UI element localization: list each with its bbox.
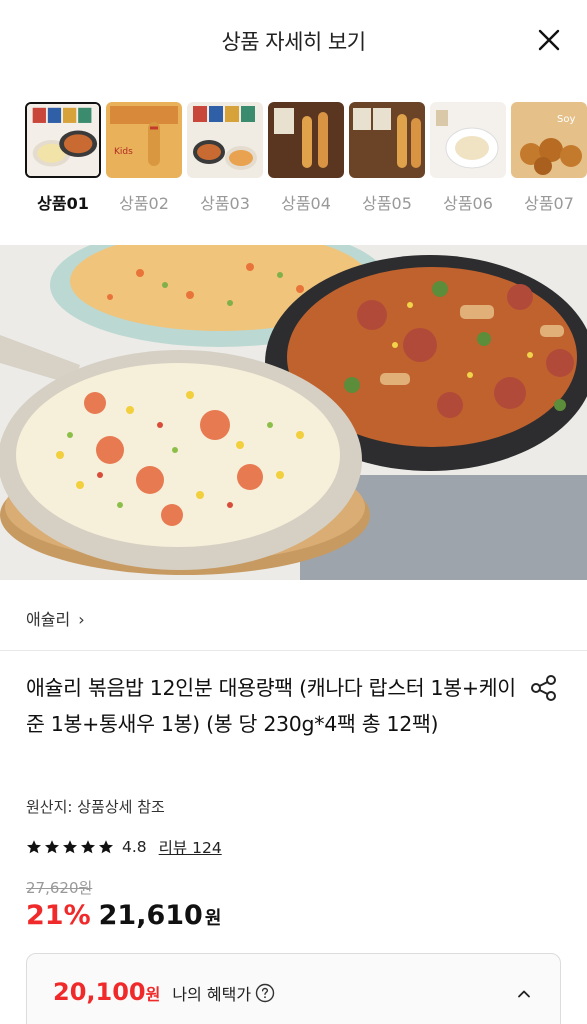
- star-rating: [26, 839, 114, 855]
- star-icon: [81, 840, 95, 854]
- thumbnail-6[interactable]: [430, 102, 506, 178]
- rating-row: 4.8 리뷰 124: [26, 836, 222, 858]
- thumbnail-label-6[interactable]: 상품06: [428, 190, 508, 214]
- benefit-box[interactable]: 20,100 원 나의 혜택가: [26, 953, 561, 1024]
- thumbnail-label-2[interactable]: 상품02: [104, 190, 184, 214]
- close-button[interactable]: [533, 24, 565, 56]
- thumbnail-image: Soy: [511, 102, 587, 178]
- sale-price-currency: 원: [204, 908, 222, 929]
- thumbnail-4[interactable]: [268, 102, 344, 178]
- thumbnail-3[interactable]: [187, 102, 263, 178]
- star-icon: [27, 840, 41, 854]
- product-photo: [0, 245, 587, 580]
- price-row: 21% 21,610 원: [26, 900, 221, 931]
- thumbnail-image: [27, 104, 99, 176]
- star-icon: [63, 840, 77, 854]
- product-title: 애슐리 볶음밥 12인분 대용량팩 (캐나다 랍스터 1봉+케이준 1봉+통새우…: [26, 676, 516, 736]
- share-button[interactable]: [529, 673, 559, 703]
- original-price: 27,620원: [26, 879, 93, 897]
- sale-price: 21,610: [98, 900, 203, 931]
- star-icon: [99, 840, 113, 854]
- thumbnail-image: [430, 102, 506, 178]
- benefit-currency: 원: [145, 985, 161, 1004]
- svg-text:Kids: Kids: [114, 147, 133, 157]
- thumbnail-5[interactable]: [349, 102, 425, 178]
- svg-text:Soy: Soy: [557, 114, 575, 125]
- chevron-up-icon[interactable]: [516, 986, 532, 1002]
- benefit-label: 나의 혜택가: [172, 985, 252, 1004]
- thumbnail-label-3[interactable]: 상품03: [185, 190, 265, 214]
- rating-value: 4.8: [122, 838, 147, 856]
- review-link[interactable]: 리뷰 124: [159, 836, 222, 858]
- close-icon: [538, 29, 560, 51]
- thumbnail-image: [268, 102, 344, 178]
- benefit-price: 20,100: [53, 978, 146, 1006]
- thumbnail-7[interactable]: Soy: [511, 102, 587, 178]
- thumbnail-label-7[interactable]: 상품07: [509, 190, 587, 214]
- thumbnail-image: Kids: [106, 102, 182, 178]
- thumbnail-image: [349, 102, 425, 178]
- page-title: 상품 자세히 보기: [221, 30, 366, 54]
- chevron-right-icon: ›: [78, 610, 85, 629]
- thumbnail-label-1[interactable]: 상품01: [23, 190, 103, 214]
- origin-info: 원산지: 상품상세 참조: [26, 798, 165, 816]
- benefit-row: 20,100 원 나의 혜택가: [53, 978, 275, 1006]
- thumbnail-strip: Kids Soy 상품01 상품02 상품03 상품04 상품05 상품06 상…: [0, 102, 587, 217]
- divider: [0, 650, 587, 651]
- star-icon: [45, 840, 59, 854]
- thumbnail-image: [187, 102, 263, 178]
- thumbnail-label-4[interactable]: 상품04: [266, 190, 346, 214]
- brand-name: 애슐리: [26, 610, 71, 629]
- thumbnail-2[interactable]: Kids: [106, 102, 182, 178]
- help-circle-icon[interactable]: [255, 983, 275, 1003]
- discount-rate: 21%: [26, 900, 91, 931]
- product-main-image[interactable]: [0, 245, 587, 580]
- thumbnail-1[interactable]: [25, 102, 101, 178]
- brand-link[interactable]: 애슐리 ›: [26, 606, 85, 630]
- thumbnail-label-5[interactable]: 상품05: [347, 190, 427, 214]
- header: 상품 자세히 보기: [0, 0, 587, 82]
- share-icon: [531, 675, 556, 701]
